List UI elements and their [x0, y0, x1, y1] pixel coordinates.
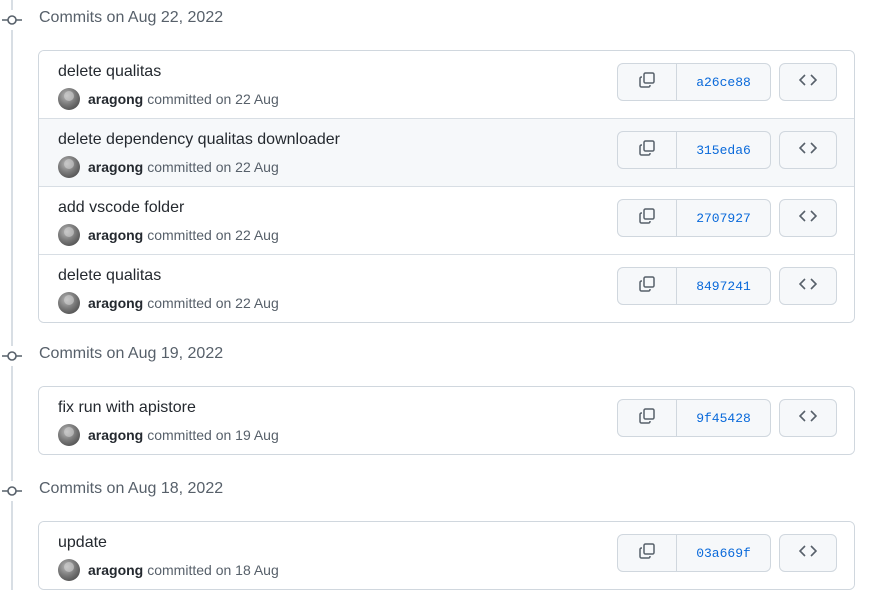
commit-list: fix run with apistore aragong committed …: [38, 386, 855, 455]
commit-author-link[interactable]: aragong: [88, 562, 143, 578]
code-icon: [798, 409, 818, 428]
commit-date: committed on 22 Aug: [147, 295, 279, 311]
commit-message-link[interactable]: fix run with apistore: [58, 399, 196, 417]
browse-repo-button[interactable]: [779, 399, 837, 437]
code-icon: [798, 73, 818, 92]
copy-sha-button[interactable]: [618, 535, 677, 571]
copy-icon: [638, 275, 656, 298]
copy-icon: [638, 542, 656, 565]
user-avatar[interactable]: [58, 559, 80, 581]
commit-sha-group: 8497241: [617, 267, 771, 305]
browse-repo-button[interactable]: [779, 267, 837, 305]
commit-sha-group: a26ce88: [617, 63, 771, 101]
commit-author-link[interactable]: aragong: [88, 91, 143, 107]
commit-sha-group: 9f45428: [617, 399, 771, 437]
code-icon: [798, 544, 818, 563]
commit-date: committed on 18 Aug: [147, 562, 279, 578]
user-avatar[interactable]: [58, 88, 80, 110]
commit-group: Commits on Aug 19, 2022 fix run with api…: [0, 336, 879, 455]
commit-row: add vscode folder aragong committed on 2…: [39, 186, 854, 254]
commit-date: committed on 22 Aug: [147, 159, 279, 175]
commit-group: Commits on Aug 18, 2022 update aragong c…: [0, 471, 879, 590]
commit-meta: aragong committed on 22 Aug: [58, 223, 279, 247]
commit-sha-link[interactable]: a26ce88: [677, 64, 770, 100]
copy-icon: [638, 139, 656, 162]
copy-sha-button[interactable]: [618, 132, 677, 168]
commit-author-link[interactable]: aragong: [88, 295, 143, 311]
code-icon: [798, 277, 818, 296]
commit-author-link[interactable]: aragong: [88, 227, 143, 243]
commit-row: delete qualitas aragong committed on 22 …: [39, 254, 854, 322]
commit-row: delete dependency qualitas downloader ar…: [39, 118, 854, 186]
commit-row: fix run with apistore aragong committed …: [39, 387, 854, 454]
code-icon: [798, 209, 818, 228]
copy-icon: [638, 71, 656, 94]
commit-list: delete qualitas aragong committed on 22 …: [38, 50, 855, 323]
user-avatar[interactable]: [58, 156, 80, 178]
commit-meta: aragong committed on 18 Aug: [58, 558, 279, 582]
commit-date: committed on 22 Aug: [147, 91, 279, 107]
commit-message-link[interactable]: update: [58, 534, 107, 552]
commit-sha-link[interactable]: 8497241: [677, 268, 770, 304]
commit-meta: aragong committed on 22 Aug: [58, 155, 279, 179]
commit-message-link[interactable]: delete dependency qualitas downloader: [58, 131, 340, 149]
commit-message-link[interactable]: add vscode folder: [58, 199, 184, 217]
commit-row: update aragong committed on 18 Aug 03a66…: [39, 522, 854, 589]
copy-sha-button[interactable]: [618, 200, 677, 236]
git-commit-icon: [2, 481, 22, 501]
copy-icon: [638, 407, 656, 430]
copy-sha-button[interactable]: [618, 268, 677, 304]
commit-sha-group: 315eda6: [617, 131, 771, 169]
commit-sha-link[interactable]: 03a669f: [677, 535, 770, 571]
commit-group-title: Commits on Aug 18, 2022: [39, 480, 224, 497]
browse-repo-button[interactable]: [779, 63, 837, 101]
commit-meta: aragong committed on 22 Aug: [58, 291, 279, 315]
git-commit-icon: [2, 10, 22, 30]
user-avatar[interactable]: [58, 224, 80, 246]
copy-sha-button[interactable]: [618, 64, 677, 100]
commit-sha-link[interactable]: 315eda6: [677, 132, 770, 168]
code-icon: [798, 141, 818, 160]
browse-repo-button[interactable]: [779, 131, 837, 169]
commit-date: committed on 22 Aug: [147, 227, 279, 243]
commit-group-title: Commits on Aug 22, 2022: [39, 9, 224, 26]
commit-list: update aragong committed on 18 Aug 03a66…: [38, 521, 855, 590]
commit-group-header: Commits on Aug 19, 2022: [0, 336, 879, 376]
commit-author-link[interactable]: aragong: [88, 427, 143, 443]
commit-sha-link[interactable]: 2707927: [677, 200, 770, 236]
commit-group: Commits on Aug 22, 2022 delete qualitas …: [0, 0, 879, 323]
commit-message-link[interactable]: delete qualitas: [58, 267, 161, 285]
commit-group-title: Commits on Aug 19, 2022: [39, 345, 224, 362]
commit-author-link[interactable]: aragong: [88, 159, 143, 175]
commit-date: committed on 19 Aug: [147, 427, 279, 443]
browse-repo-button[interactable]: [779, 534, 837, 572]
git-commit-icon: [2, 346, 22, 366]
commit-sha-group: 03a669f: [617, 534, 771, 572]
commit-sha-link[interactable]: 9f45428: [677, 400, 770, 436]
commit-timeline: Commits on Aug 22, 2022 delete qualitas …: [0, 0, 879, 590]
commit-row: delete qualitas aragong committed on 22 …: [39, 51, 854, 118]
commit-group-header: Commits on Aug 18, 2022: [0, 471, 879, 511]
commit-meta: aragong committed on 22 Aug: [58, 87, 279, 111]
copy-icon: [638, 207, 656, 230]
copy-sha-button[interactable]: [618, 400, 677, 436]
commit-sha-group: 2707927: [617, 199, 771, 237]
user-avatar[interactable]: [58, 292, 80, 314]
commit-message-link[interactable]: delete qualitas: [58, 63, 161, 81]
commit-meta: aragong committed on 19 Aug: [58, 423, 279, 447]
browse-repo-button[interactable]: [779, 199, 837, 237]
commit-group-header: Commits on Aug 22, 2022: [0, 0, 879, 40]
user-avatar[interactable]: [58, 424, 80, 446]
